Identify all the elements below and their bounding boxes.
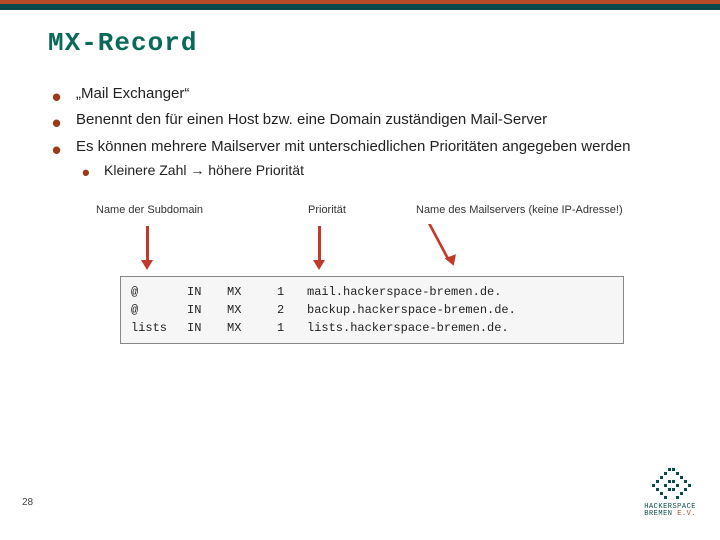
logo-line2-main: BREMEN (644, 510, 672, 518)
page-number: 28 (22, 497, 33, 508)
slide-body: MX-Record „Mail Exchanger“ Benennt den f… (0, 10, 720, 344)
rec-class: IN (187, 301, 227, 319)
rec-target: mail.hackerspace-bremen.de. (307, 285, 501, 299)
annotation-priority: Priorität (308, 204, 346, 216)
rec-name: @ (131, 283, 187, 301)
bullet-list: „Mail Exchanger“ Benennt den für einen H… (48, 84, 672, 180)
rec-prio: 1 (277, 283, 307, 301)
rec-class: IN (187, 283, 227, 301)
arrow-icon (146, 226, 149, 262)
logo-icon (648, 468, 692, 502)
rec-name: lists (131, 319, 187, 337)
rec-prio: 2 (277, 301, 307, 319)
arrow-icon (318, 226, 321, 262)
rec-type: MX (227, 301, 277, 319)
bullet-text: Es können mehrere Mailserver mit untersc… (76, 138, 630, 155)
logo-line2-suffix: E.V. (677, 510, 696, 518)
bullet-item: „Mail Exchanger“ (48, 84, 672, 104)
annotation-name: Name der Subdomain (96, 204, 203, 216)
arrow-icon (428, 224, 488, 262)
rec-prio: 1 (277, 319, 307, 337)
rec-class: IN (187, 319, 227, 337)
slide-title: MX-Record (48, 28, 672, 58)
footer-logo: HACKERSPACE BREMEN E.V. (644, 468, 696, 518)
rec-type: MX (227, 283, 277, 301)
annotation-arrows (96, 224, 672, 270)
annotation-row: Name der Subdomain Priorität Name des Ma… (96, 204, 672, 224)
top-accent-bar (0, 0, 720, 10)
logo-text-line2: BREMEN E.V. (644, 511, 696, 518)
sub-bullet-item: Kleinere Zahl → höhere Priorität (76, 161, 672, 180)
rec-target: backup.hackerspace-bremen.de. (307, 303, 516, 317)
rec-name: @ (131, 301, 187, 319)
sub-bullet-list: Kleinere Zahl → höhere Priorität (76, 161, 672, 180)
bullet-item: Benennt den für einen Host bzw. eine Dom… (48, 110, 672, 130)
annotation-target: Name des Mailservers (keine IP-Adresse!) (416, 204, 623, 216)
dns-record-box: @INMX1mail.hackerspace-bremen.de. @INMX2… (120, 276, 624, 344)
rec-target: lists.hackerspace-bremen.de. (307, 321, 509, 335)
bullet-item: Es können mehrere Mailserver mit untersc… (48, 137, 672, 180)
rec-type: MX (227, 319, 277, 337)
